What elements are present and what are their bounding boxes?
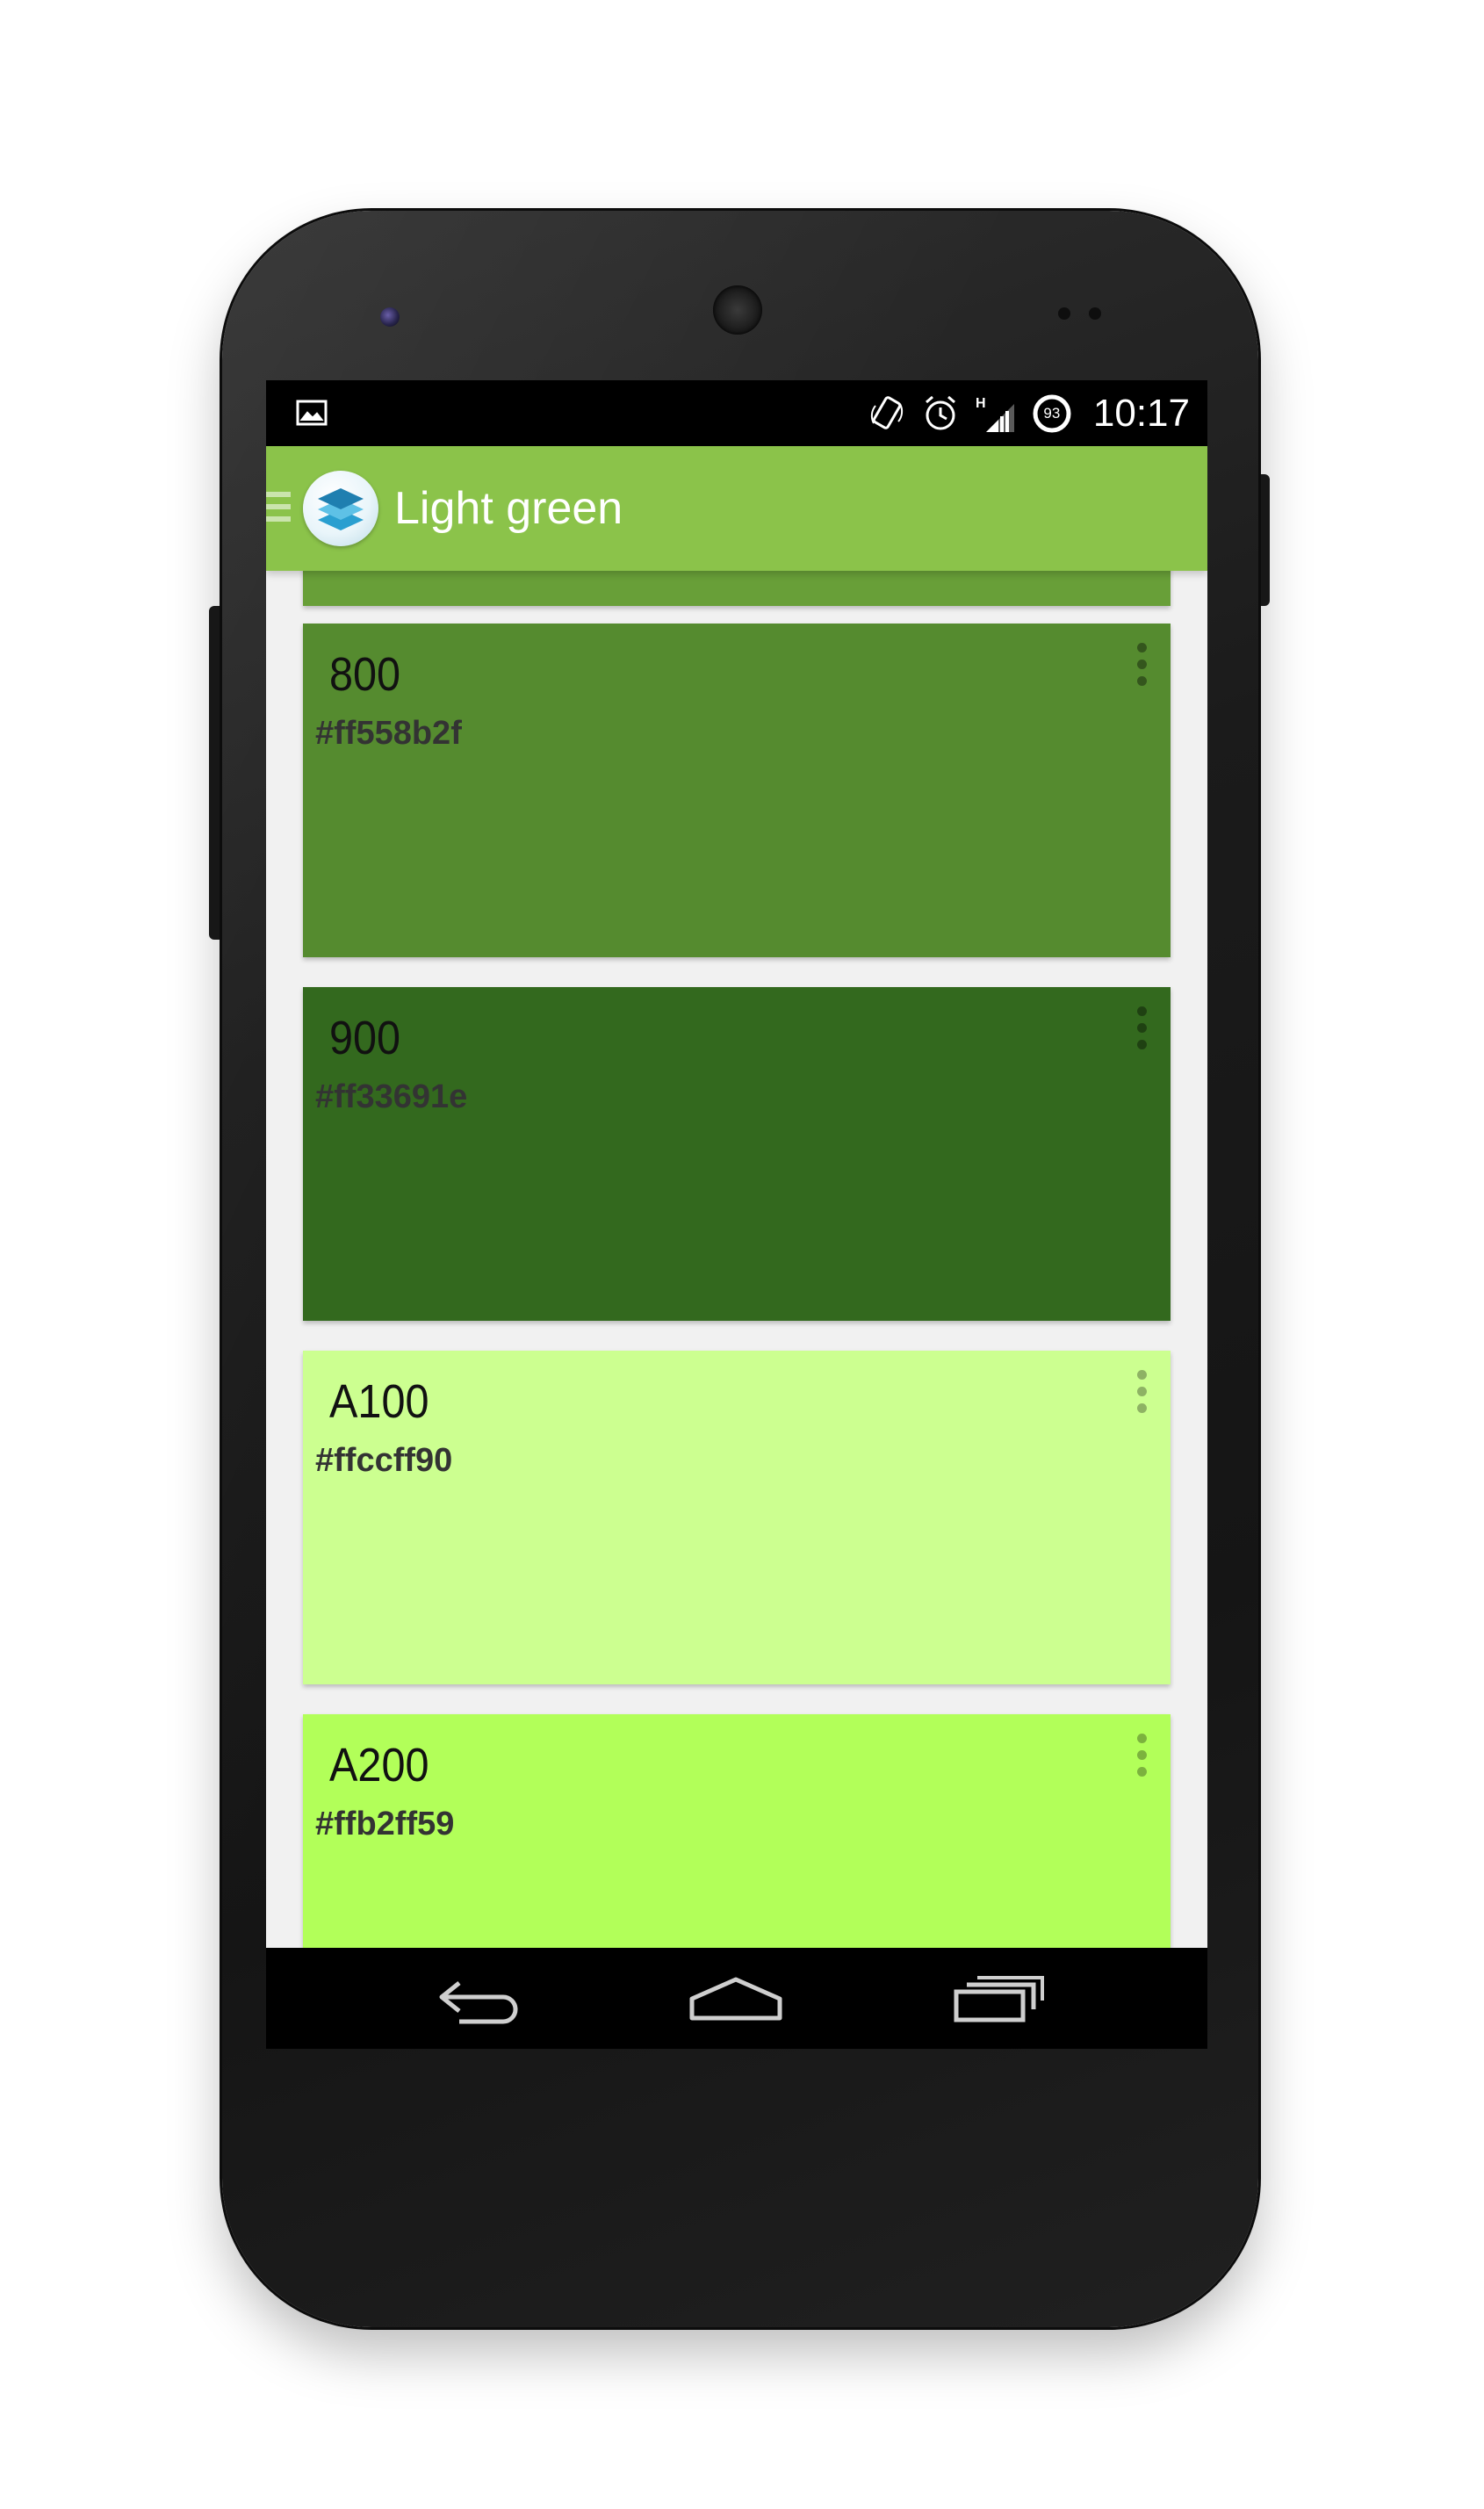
battery-circle-icon: 93: [1032, 393, 1072, 434]
front-camera: [380, 307, 400, 327]
overflow-menu-icon[interactable]: [1137, 643, 1148, 692]
swatch-card-800[interactable]: 800 #ff558b2f: [303, 624, 1171, 957]
phone-screen: H 93 10:17 Light green 800 #ff558b2f 900…: [266, 380, 1207, 2049]
screen-rotation-icon: [870, 393, 905, 434]
overflow-menu-icon[interactable]: [1137, 1006, 1148, 1056]
page-title: Light green: [394, 483, 623, 534]
swatch-name: A200: [329, 1739, 429, 1792]
battery-level: 93: [1043, 404, 1061, 422]
home-icon[interactable]: [688, 1972, 784, 2025]
swatch-card-a200[interactable]: A200 #ffb2ff59: [303, 1714, 1171, 1948]
swatch-name: 900: [329, 1012, 401, 1064]
status-icons: H 93 10:17: [870, 380, 1190, 446]
swatch-name: A100: [329, 1375, 429, 1428]
proximity-sensor: [1058, 307, 1070, 320]
swatch-card-partial[interactable]: [303, 571, 1171, 606]
swatch-hex: #ffb2ff59: [315, 1806, 455, 1842]
swatch-card-900[interactable]: 900 #ff33691e: [303, 987, 1171, 1321]
signal-h-icon: H: [976, 393, 1016, 434]
swatch-hex: #ffccff90: [315, 1442, 453, 1479]
action-bar: Light green: [266, 446, 1207, 571]
overflow-menu-icon[interactable]: [1137, 1370, 1148, 1419]
light-sensor: [1089, 307, 1101, 320]
alarm-icon: [921, 394, 960, 433]
swatch-hex: #ff33691e: [315, 1078, 468, 1115]
swatch-name: 800: [329, 648, 401, 701]
navigation-bar: [266, 1948, 1207, 2049]
volume-button: [209, 606, 223, 940]
back-icon[interactable]: [433, 1972, 529, 2025]
swatch-list: 800 #ff558b2f 900 #ff33691e A100 #ffccff…: [266, 571, 1207, 1948]
app-layers-logo-icon[interactable]: [303, 471, 378, 546]
earpiece-speaker: [713, 285, 762, 335]
drawer-menu-icon[interactable]: [266, 492, 292, 527]
swatch-card-a100[interactable]: A100 #ffccff90: [303, 1351, 1171, 1684]
svg-text:H: H: [976, 396, 986, 411]
gallery-icon: [296, 400, 328, 426]
overflow-menu-icon[interactable]: [1137, 1734, 1148, 1783]
power-button: [1257, 474, 1270, 606]
status-bar: H 93 10:17: [266, 380, 1207, 446]
recent-apps-icon[interactable]: [951, 1972, 1048, 2025]
status-time: 10:17: [1092, 391, 1190, 435]
swatch-hex: #ff558b2f: [315, 715, 462, 752]
device-mockup: H 93 10:17 Light green 800 #ff558b2f 900…: [0, 0, 1484, 2509]
